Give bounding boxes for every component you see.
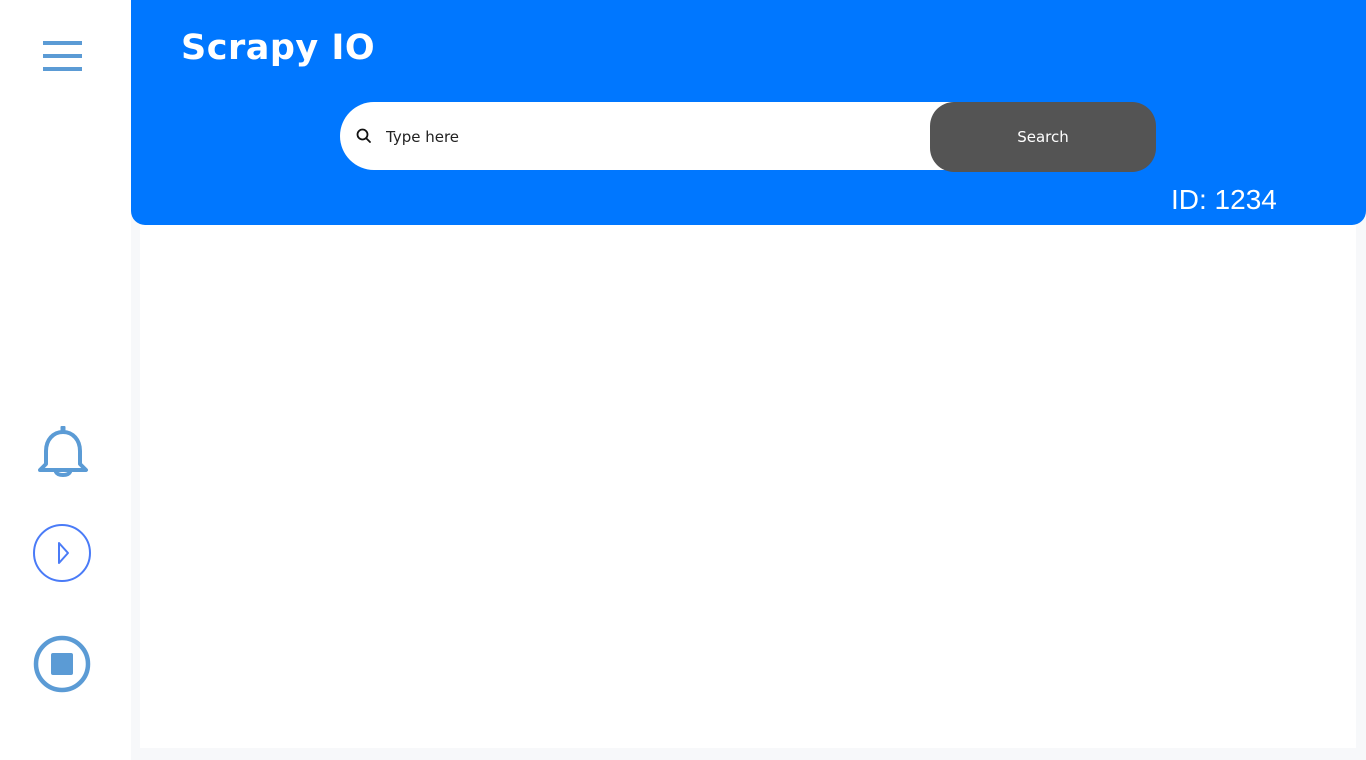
menu-icon[interactable] <box>43 41 82 71</box>
header: Scrapy IO Search ID: 1234 <box>131 0 1366 225</box>
sidebar <box>0 0 131 760</box>
app-title: Scrapy IO <box>181 28 376 68</box>
content-area <box>140 225 1356 748</box>
search-icon <box>355 127 373 145</box>
stop-icon[interactable] <box>33 635 91 693</box>
search-button[interactable]: Search <box>930 102 1156 172</box>
bell-icon[interactable] <box>36 424 90 478</box>
play-icon[interactable] <box>32 523 92 583</box>
id-label: ID: 1234 <box>1171 184 1277 215</box>
search-input[interactable] <box>384 118 888 156</box>
